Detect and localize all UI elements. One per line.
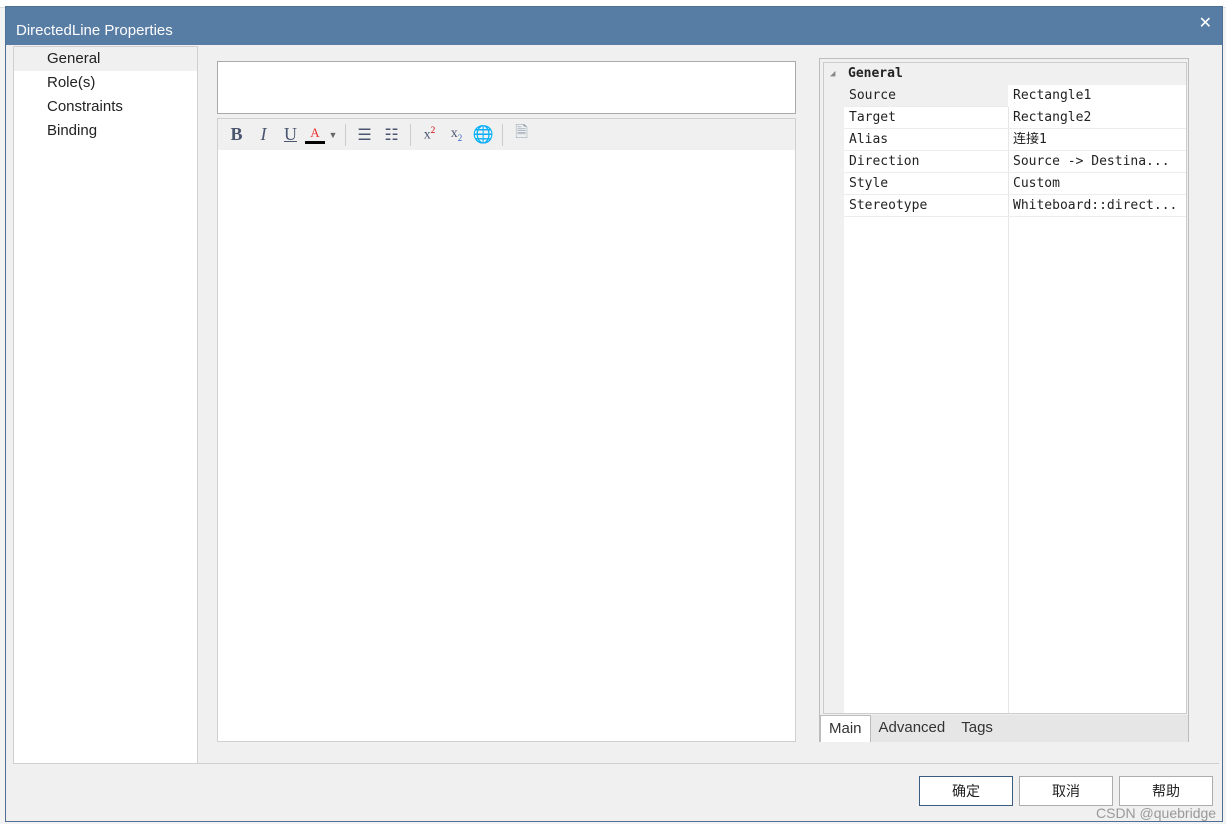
property-value[interactable]: Whiteboard::direct... (1013, 195, 1177, 217)
property-value[interactable]: Rectangle2 (1013, 107, 1091, 129)
tab-advanced[interactable]: Advanced (871, 715, 954, 742)
property-value[interactable]: Source -> Destina... (1013, 151, 1170, 173)
property-tabs: Main Advanced Tags (820, 715, 1188, 742)
property-row[interactable]: Style Custom (844, 173, 1186, 195)
property-row[interactable]: Source Rectangle1 (844, 85, 1186, 107)
property-row[interactable]: Target Rectangle2 (844, 107, 1186, 129)
tree-item-general[interactable]: General (14, 47, 197, 71)
font-color-icon[interactable]: A (305, 125, 325, 144)
property-grid-panel: ◢ General Source Rectangle1 Target Rectangl… (819, 58, 1189, 742)
property-key: Target (849, 110, 896, 125)
name-input[interactable] (217, 61, 796, 114)
bold-button[interactable]: B (224, 124, 249, 145)
chevron-down-icon[interactable]: ▼ (327, 130, 339, 140)
divider (13, 763, 1219, 764)
property-key: Style (849, 176, 889, 191)
title-bar: DirectedLine Properties ✕ (6, 7, 1222, 45)
category-label: General (848, 66, 903, 81)
subscript-icon[interactable]: x2 (444, 126, 469, 143)
tree-item-binding[interactable]: Binding (14, 119, 197, 143)
ok-button[interactable]: 确定 (919, 776, 1013, 806)
bullet-list-icon[interactable]: ☰ (352, 125, 377, 145)
underline-button[interactable]: U (278, 124, 303, 145)
tab-main[interactable]: Main (820, 715, 871, 742)
properties-dialog: DirectedLine Properties ✕ General Role(s… (5, 6, 1223, 822)
italic-button[interactable]: I (251, 124, 276, 145)
property-row[interactable]: Direction Source -> Destina... (844, 151, 1186, 173)
cancel-button[interactable]: 取消 (1019, 776, 1113, 806)
numbered-list-icon[interactable]: ☷ (379, 125, 404, 145)
category-tree: General Role(s) Constraints Binding (13, 46, 198, 764)
dialog-title: DirectedLine Properties (16, 22, 173, 39)
toolbar-separator (410, 123, 411, 146)
property-key: Alias (849, 132, 889, 147)
grid-gutter (824, 63, 844, 713)
tab-tags[interactable]: Tags (953, 715, 1001, 742)
property-key: Source (849, 88, 896, 103)
property-key: Direction (849, 154, 920, 169)
format-toolbar: B I U A ▼ ☰ ☷ x2 x2 🌐 🗎 (218, 119, 795, 150)
property-grid: ◢ General Source Rectangle1 Target Rectangl… (823, 62, 1187, 714)
close-icon[interactable]: ✕ (1199, 13, 1212, 33)
help-button[interactable]: 帮助 (1119, 776, 1213, 806)
property-row[interactable]: Stereotype Whiteboard::direct... (844, 195, 1186, 217)
tree-item-roles[interactable]: Role(s) (14, 71, 197, 95)
property-key: Stereotype (849, 198, 928, 213)
category-general[interactable]: ◢ General (824, 63, 1186, 85)
watermark: CSDN @quebridge (1096, 805, 1217, 821)
property-row[interactable]: Alias 连接1 (844, 129, 1186, 151)
toolbar-separator (345, 123, 346, 146)
toolbar-separator (502, 123, 503, 146)
hyperlink-globe-icon[interactable]: 🌐 (471, 125, 496, 145)
document-icon[interactable]: 🗎 (509, 121, 534, 148)
collapse-triangle-icon[interactable]: ◢ (830, 63, 835, 85)
property-value[interactable]: Rectangle1 (1008, 85, 1186, 107)
notes-editor[interactable]: B I U A ▼ ☰ ☷ x2 x2 🌐 🗎 (217, 118, 796, 742)
property-value[interactable]: 连接1 (1013, 129, 1047, 151)
superscript-icon[interactable]: x2 (417, 125, 442, 144)
tree-item-constraints[interactable]: Constraints (14, 95, 197, 119)
property-value[interactable]: Custom (1013, 173, 1060, 195)
